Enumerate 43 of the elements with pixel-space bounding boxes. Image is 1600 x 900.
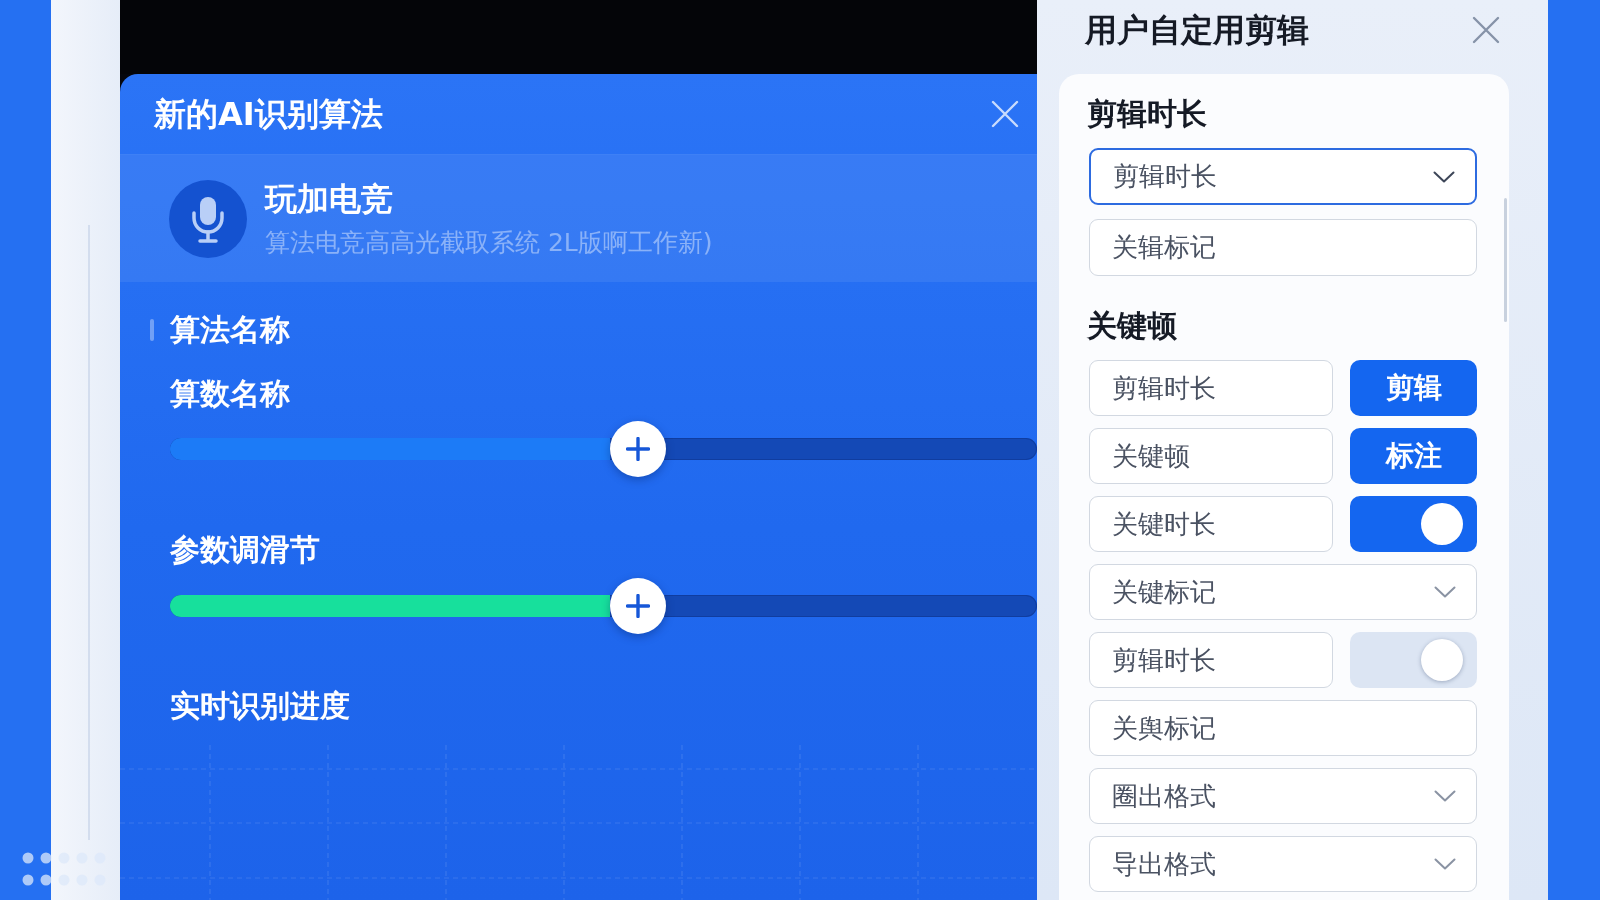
action-button[interactable]: 剪辑 — [1350, 360, 1477, 416]
slider-handle[interactable] — [610, 578, 667, 634]
microphone-icon — [169, 179, 247, 258]
close-icon — [991, 100, 1019, 128]
text-field[interactable]: 关键时长 — [1089, 496, 1333, 552]
slider-label: 参数调滑节 — [170, 531, 320, 569]
dropdown[interactable]: 圈出格式 — [1089, 768, 1477, 824]
dropdown-value: 导出格式 — [1112, 847, 1216, 881]
text-field[interactable]: 关辑标记 — [1089, 219, 1477, 276]
chevron-down-icon — [1434, 790, 1456, 802]
text-field[interactable]: 剪辑时长 — [1089, 360, 1333, 416]
dropdown-value: 剪辑时长 — [1113, 160, 1217, 193]
dropdown[interactable]: 导出格式 — [1089, 836, 1477, 892]
plus-icon — [626, 594, 651, 618]
profile-name: 玩加电竞 — [265, 178, 394, 219]
close-icon — [1472, 16, 1500, 44]
profile-subtitle: 算法电竞高高光截取系统 2L版啊工作新) — [265, 226, 713, 259]
progress-title: 实时识别进度 — [170, 687, 350, 725]
close-button[interactable] — [1472, 16, 1500, 44]
section-heading: 关键顿 — [1087, 307, 1178, 345]
dropdown[interactable]: 剪辑时长 — [1089, 148, 1477, 205]
dialog-title: 新的AI识别算法 — [154, 94, 384, 134]
chevron-down-icon — [1434, 858, 1456, 870]
toggle-switch[interactable] — [1350, 496, 1477, 552]
section-heading: 剪辑时长 — [1087, 95, 1208, 133]
section-title: 算法名称 — [170, 311, 290, 349]
action-button[interactable]: 标注 — [1350, 428, 1477, 484]
text-field[interactable]: 关键顿 — [1089, 428, 1333, 484]
slider-handle[interactable] — [610, 421, 667, 477]
plus-icon — [626, 437, 651, 461]
dropdown-value: 关键标记 — [1112, 575, 1216, 609]
chevron-down-icon — [1434, 586, 1456, 598]
panel-title: 用户自定用剪辑 — [1085, 10, 1309, 50]
slider-track[interactable] — [170, 438, 1037, 460]
slider-track[interactable] — [170, 595, 1037, 617]
text-field[interactable]: 关舆标记 — [1089, 700, 1477, 756]
dropdown-value: 圈出格式 — [1112, 779, 1216, 813]
dropdown[interactable]: 关键标记 — [1089, 564, 1477, 620]
toggle-switch[interactable] — [1350, 632, 1477, 688]
chevron-down-icon — [1433, 170, 1455, 183]
text-field[interactable]: 剪辑时长 — [1089, 632, 1333, 688]
slider-label: 算数名称 — [170, 375, 290, 413]
scrollbar[interactable] — [1504, 198, 1507, 322]
